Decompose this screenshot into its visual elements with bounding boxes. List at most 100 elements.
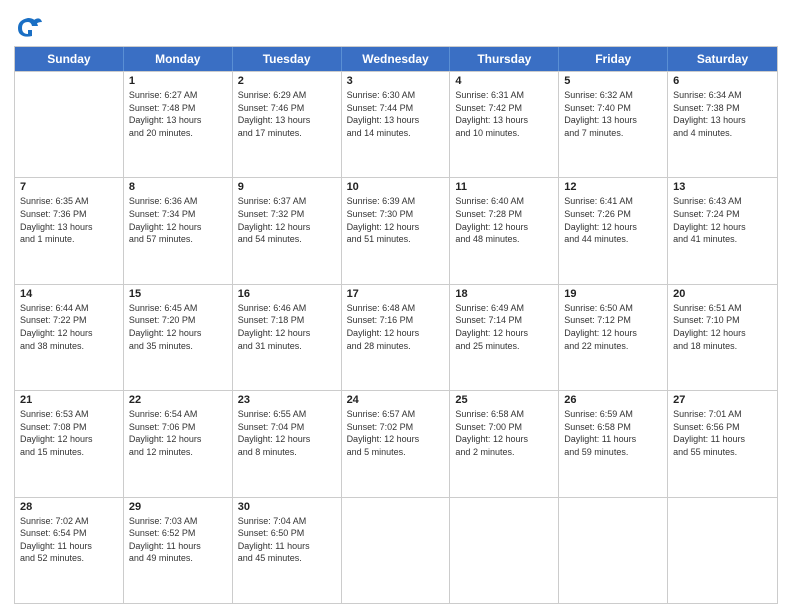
day-cell-27: 27 Sunrise: 7:01 AM Sunset: 6:56 PM Dayli… (668, 391, 777, 496)
day-info: Sunrise: 6:53 AM Sunset: 7:08 PM Dayligh… (20, 408, 118, 458)
day-info: Sunrise: 7:02 AM Sunset: 6:54 PM Dayligh… (20, 515, 118, 565)
day-info: Sunrise: 6:35 AM Sunset: 7:36 PM Dayligh… (20, 195, 118, 245)
day-number: 4 (455, 75, 553, 87)
day-number: 24 (347, 394, 445, 406)
day-number: 6 (673, 75, 772, 87)
day-info: Sunrise: 6:48 AM Sunset: 7:16 PM Dayligh… (347, 302, 445, 352)
day-cell-2: 2 Sunrise: 6:29 AM Sunset: 7:46 PM Daylig… (233, 72, 342, 177)
empty-cell (342, 498, 451, 603)
day-cell-28: 28 Sunrise: 7:02 AM Sunset: 6:54 PM Dayli… (15, 498, 124, 603)
day-info: Sunrise: 6:49 AM Sunset: 7:14 PM Dayligh… (455, 302, 553, 352)
day-cell-21: 21 Sunrise: 6:53 AM Sunset: 7:08 PM Dayli… (15, 391, 124, 496)
day-number: 20 (673, 288, 772, 300)
day-header-wednesday: Wednesday (342, 47, 451, 71)
day-info: Sunrise: 6:27 AM Sunset: 7:48 PM Dayligh… (129, 89, 227, 139)
day-cell-15: 15 Sunrise: 6:45 AM Sunset: 7:20 PM Dayli… (124, 285, 233, 390)
day-cell-26: 26 Sunrise: 6:59 AM Sunset: 6:58 PM Dayli… (559, 391, 668, 496)
day-info: Sunrise: 6:57 AM Sunset: 7:02 PM Dayligh… (347, 408, 445, 458)
day-cell-10: 10 Sunrise: 6:39 AM Sunset: 7:30 PM Dayli… (342, 178, 451, 283)
day-cell-3: 3 Sunrise: 6:30 AM Sunset: 7:44 PM Daylig… (342, 72, 451, 177)
day-cell-1: 1Sunrise: 6:27 AM Sunset: 7:48 PM Daylig… (124, 72, 233, 177)
day-header-saturday: Saturday (668, 47, 777, 71)
calendar-body: 1Sunrise: 6:27 AM Sunset: 7:48 PM Daylig… (15, 71, 777, 603)
day-cell-12: 12 Sunrise: 6:41 AM Sunset: 7:26 PM Dayli… (559, 178, 668, 283)
header (14, 10, 778, 42)
calendar-header: SundayMondayTuesdayWednesdayThursdayFrid… (15, 47, 777, 71)
day-info: Sunrise: 7:01 AM Sunset: 6:56 PM Dayligh… (673, 408, 772, 458)
empty-cell (15, 72, 124, 177)
day-number: 23 (238, 394, 336, 406)
day-number: 7 (20, 181, 118, 193)
day-cell-11: 11Sunrise: 6:40 AM Sunset: 7:28 PM Dayli… (450, 178, 559, 283)
day-number: 26 (564, 394, 662, 406)
day-cell-25: 25Sunrise: 6:58 AM Sunset: 7:00 PM Dayli… (450, 391, 559, 496)
day-number: 29 (129, 501, 227, 513)
day-header-sunday: Sunday (15, 47, 124, 71)
day-number: 3 (347, 75, 445, 87)
day-cell-4: 4 Sunrise: 6:31 AM Sunset: 7:42 PM Daylig… (450, 72, 559, 177)
day-info: Sunrise: 7:04 AM Sunset: 6:50 PM Dayligh… (238, 515, 336, 565)
day-info: Sunrise: 6:31 AM Sunset: 7:42 PM Dayligh… (455, 89, 553, 139)
day-cell-8: 8 Sunrise: 6:36 AM Sunset: 7:34 PM Daylig… (124, 178, 233, 283)
day-number: 15 (129, 288, 227, 300)
day-number: 22 (129, 394, 227, 406)
day-cell-5: 5 Sunrise: 6:32 AM Sunset: 7:40 PM Daylig… (559, 72, 668, 177)
week-row-2: 7 Sunrise: 6:35 AM Sunset: 7:36 PM Daylig… (15, 177, 777, 283)
day-number: 2 (238, 75, 336, 87)
day-number: 5 (564, 75, 662, 87)
day-number: 18 (455, 288, 553, 300)
day-info: Sunrise: 6:37 AM Sunset: 7:32 PM Dayligh… (238, 195, 336, 245)
day-number: 13 (673, 181, 772, 193)
day-cell-23: 23 Sunrise: 6:55 AM Sunset: 7:04 PM Dayli… (233, 391, 342, 496)
day-cell-22: 22 Sunrise: 6:54 AM Sunset: 7:06 PM Dayli… (124, 391, 233, 496)
day-cell-13: 13 Sunrise: 6:43 AM Sunset: 7:24 PM Dayli… (668, 178, 777, 283)
day-cell-18: 18 Sunrise: 6:49 AM Sunset: 7:14 PM Dayli… (450, 285, 559, 390)
day-info: Sunrise: 6:51 AM Sunset: 7:10 PM Dayligh… (673, 302, 772, 352)
week-row-3: 14Sunrise: 6:44 AM Sunset: 7:22 PM Dayli… (15, 284, 777, 390)
day-number: 16 (238, 288, 336, 300)
day-cell-17: 17 Sunrise: 6:48 AM Sunset: 7:16 PM Dayli… (342, 285, 451, 390)
day-info: Sunrise: 7:03 AM Sunset: 6:52 PM Dayligh… (129, 515, 227, 565)
day-info: Sunrise: 6:50 AM Sunset: 7:12 PM Dayligh… (564, 302, 662, 352)
day-cell-6: 6 Sunrise: 6:34 AM Sunset: 7:38 PM Daylig… (668, 72, 777, 177)
day-info: Sunrise: 6:43 AM Sunset: 7:24 PM Dayligh… (673, 195, 772, 245)
day-info: Sunrise: 6:54 AM Sunset: 7:06 PM Dayligh… (129, 408, 227, 458)
day-info: Sunrise: 6:36 AM Sunset: 7:34 PM Dayligh… (129, 195, 227, 245)
day-number: 10 (347, 181, 445, 193)
week-row-1: 1Sunrise: 6:27 AM Sunset: 7:48 PM Daylig… (15, 71, 777, 177)
day-header-tuesday: Tuesday (233, 47, 342, 71)
day-number: 30 (238, 501, 336, 513)
week-row-4: 21 Sunrise: 6:53 AM Sunset: 7:08 PM Dayli… (15, 390, 777, 496)
day-info: Sunrise: 6:41 AM Sunset: 7:26 PM Dayligh… (564, 195, 662, 245)
day-info: Sunrise: 6:46 AM Sunset: 7:18 PM Dayligh… (238, 302, 336, 352)
logo (14, 14, 46, 42)
day-number: 14 (20, 288, 118, 300)
day-info: Sunrise: 6:45 AM Sunset: 7:20 PM Dayligh… (129, 302, 227, 352)
day-header-monday: Monday (124, 47, 233, 71)
page: SundayMondayTuesdayWednesdayThursdayFrid… (0, 0, 792, 612)
day-info: Sunrise: 6:34 AM Sunset: 7:38 PM Dayligh… (673, 89, 772, 139)
logo-icon (14, 14, 42, 42)
empty-cell (668, 498, 777, 603)
day-info: Sunrise: 6:29 AM Sunset: 7:46 PM Dayligh… (238, 89, 336, 139)
day-info: Sunrise: 6:32 AM Sunset: 7:40 PM Dayligh… (564, 89, 662, 139)
day-number: 11 (455, 181, 553, 193)
day-number: 17 (347, 288, 445, 300)
day-info: Sunrise: 6:30 AM Sunset: 7:44 PM Dayligh… (347, 89, 445, 139)
day-cell-9: 9 Sunrise: 6:37 AM Sunset: 7:32 PM Daylig… (233, 178, 342, 283)
empty-cell (450, 498, 559, 603)
day-number: 27 (673, 394, 772, 406)
calendar: SundayMondayTuesdayWednesdayThursdayFrid… (14, 46, 778, 604)
day-info: Sunrise: 6:39 AM Sunset: 7:30 PM Dayligh… (347, 195, 445, 245)
day-cell-7: 7 Sunrise: 6:35 AM Sunset: 7:36 PM Daylig… (15, 178, 124, 283)
day-info: Sunrise: 6:59 AM Sunset: 6:58 PM Dayligh… (564, 408, 662, 458)
day-number: 9 (238, 181, 336, 193)
day-cell-29: 29 Sunrise: 7:03 AM Sunset: 6:52 PM Dayli… (124, 498, 233, 603)
day-info: Sunrise: 6:55 AM Sunset: 7:04 PM Dayligh… (238, 408, 336, 458)
day-cell-30: 30 Sunrise: 7:04 AM Sunset: 6:50 PM Dayli… (233, 498, 342, 603)
day-number: 8 (129, 181, 227, 193)
day-number: 28 (20, 501, 118, 513)
day-info: Sunrise: 6:58 AM Sunset: 7:00 PM Dayligh… (455, 408, 553, 458)
day-number: 21 (20, 394, 118, 406)
day-number: 12 (564, 181, 662, 193)
